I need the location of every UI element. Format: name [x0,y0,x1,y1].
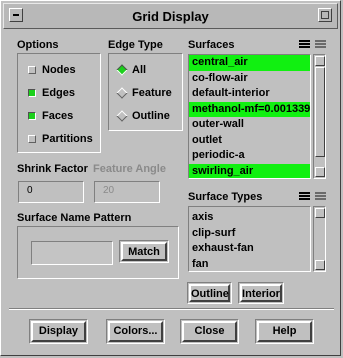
edge-feature-radio[interactable]: Feature [116,87,172,101]
radio-indicator [116,64,128,76]
checkbox-indicator [28,66,36,74]
feature-angle-input: 20 [94,181,160,203]
surfaces-heading: Surfaces [188,39,235,51]
surface-item[interactable]: swirling_air [189,163,310,178]
surface-item[interactable]: co-flow-air [189,71,310,87]
square-icon [321,11,329,19]
surface-item[interactable]: methanol-mf=0.001339 [189,101,310,117]
surface-item[interactable]: central_air [189,55,310,71]
surface-types-scrollbar[interactable] [313,206,326,272]
feature-angle-label: Feature Angle [93,163,166,175]
surface-types-list[interactable]: axis clip-surf exhaust-fan fan [188,206,311,272]
surface-type-item[interactable]: clip-surf [189,226,310,242]
surface-name-pattern-group: Match [17,226,179,279]
options-heading: Options [17,39,59,51]
close-button[interactable]: Close [180,319,239,344]
edge-all-radio[interactable]: All [116,64,146,78]
checkbox-indicator [28,135,36,143]
shrink-factor-label: Shrink Factor [17,163,88,175]
surface-type-item[interactable]: fan [189,257,310,272]
checkbox-indicator [28,112,36,120]
title-bar[interactable]: Grid Display [3,3,338,29]
surface-type-item[interactable]: exhaust-fan [189,241,310,257]
edge-outline-radio[interactable]: Outline [116,110,170,124]
faces-checkbox[interactable]: Faces [28,110,73,124]
partitions-checkbox[interactable]: Partitions [28,133,93,147]
window-title: Grid Display [132,9,209,24]
surface-item[interactable]: outer-wall [189,117,310,133]
help-button[interactable]: Help [255,319,314,344]
radio-indicator [116,110,128,122]
deselect-all-icon[interactable] [315,40,326,51]
colors-button[interactable]: Colors... [106,319,165,344]
surfaces-scrollbar[interactable] [313,54,326,179]
deselect-all-types-icon[interactable] [315,192,326,203]
surface-name-pattern-label: Surface Name Pattern [17,212,132,224]
scroll-up-arrow-icon[interactable] [315,56,325,66]
outline-button[interactable]: Outline [187,282,232,304]
surface-item[interactable]: periodic-a [189,148,310,164]
surface-name-pattern-input[interactable] [31,241,113,265]
interior-button[interactable]: Interior [238,282,284,304]
surfaces-list[interactable]: central_air co-flow-air default-interior… [188,54,311,179]
radio-indicator [116,87,128,99]
surface-item[interactable]: outlet [189,133,310,149]
match-button[interactable]: Match [119,240,169,263]
edges-checkbox[interactable]: Edges [28,87,75,101]
separator [9,308,334,310]
scroll-thumb[interactable] [315,67,325,157]
surface-types-heading: Surface Types [188,191,263,203]
nodes-checkbox[interactable]: Nodes [28,64,76,78]
edge-type-group: All Feature Outline [108,53,183,131]
checkbox-indicator [28,89,36,97]
surface-item[interactable]: default-interior [189,86,310,102]
surface-type-item[interactable]: axis [189,210,310,226]
grid-display-window: Grid Display Options Nodes Edges Faces P… [0,0,341,356]
edge-type-heading: Edge Type [108,39,163,51]
options-group: Nodes Edges Faces Partitions [17,53,101,153]
display-button[interactable]: Display [29,319,88,344]
scroll-down-arrow-icon[interactable] [315,167,325,177]
maximize-button[interactable] [318,8,332,22]
shrink-factor-input[interactable]: 0 [18,181,84,203]
select-all-icon[interactable] [299,40,310,51]
select-all-types-icon[interactable] [299,192,310,203]
scroll-up-arrow-icon[interactable] [315,208,325,218]
scroll-down-arrow-icon[interactable] [315,260,325,270]
